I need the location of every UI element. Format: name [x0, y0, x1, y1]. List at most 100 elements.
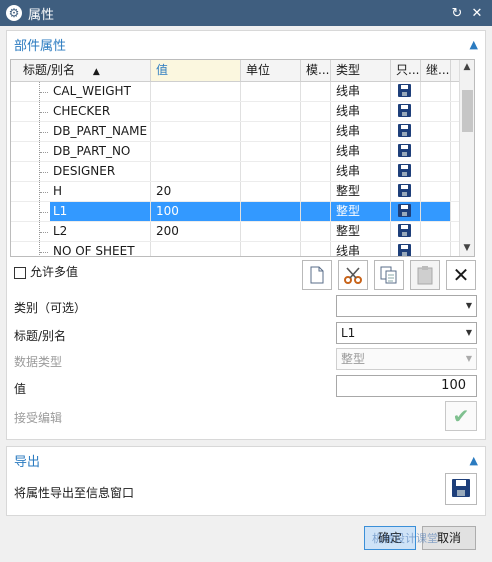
table-row[interactable]: L2 200 整型	[11, 222, 461, 242]
cell-inherit[interactable]	[421, 182, 451, 201]
cell-inherit[interactable]	[421, 162, 451, 181]
cell-inherit[interactable]	[421, 222, 451, 241]
collapse-icon[interactable]: ▲	[470, 38, 478, 51]
cell-template[interactable]	[301, 102, 331, 121]
cell-title[interactable]: NO OF SHEET	[11, 242, 151, 256]
column-header-value[interactable]: 值	[151, 60, 241, 81]
cell-title[interactable]: DB_PART_NAME	[11, 122, 151, 141]
table-row[interactable]: DB_PART_NO 线串	[11, 142, 461, 162]
cell-inherit[interactable]	[421, 122, 451, 141]
table-row[interactable]: H 20 整型	[11, 182, 461, 202]
table-scrollbar[interactable]: ▲ ▼	[459, 60, 474, 256]
cell-title[interactable]: CAL_WEIGHT	[11, 82, 151, 101]
cell-readonly[interactable]	[391, 142, 421, 161]
cell-type[interactable]: 线串	[331, 242, 391, 256]
category-dropdown[interactable]: ▼	[336, 295, 477, 317]
cell-value[interactable]: 20	[151, 182, 241, 201]
column-header-title[interactable]: 标题/别名 ▲	[11, 60, 151, 81]
collapse-icon[interactable]: ▲	[470, 454, 478, 467]
cell-readonly[interactable]	[391, 242, 421, 256]
table-row[interactable]: CHECKER 线串	[11, 102, 461, 122]
cell-title[interactable]: L1	[11, 202, 151, 221]
cell-value[interactable]	[151, 142, 241, 161]
new-attribute-button[interactable]	[302, 260, 332, 290]
title-alias-dropdown[interactable]: L1 ▼	[336, 322, 477, 344]
allow-multiple-checkbox[interactable]: 允许多值	[14, 263, 78, 280]
table-row[interactable]: L1 100 整型	[11, 202, 461, 222]
delete-button[interactable]: ✕	[446, 260, 476, 290]
cell-inherit[interactable]	[421, 242, 451, 256]
cell-unit[interactable]	[241, 202, 301, 221]
cell-type[interactable]: 线串	[331, 122, 391, 141]
cell-title[interactable]: CHECKER	[11, 102, 151, 121]
cell-type[interactable]: 线串	[331, 102, 391, 121]
cell-readonly[interactable]	[391, 82, 421, 101]
cell-type[interactable]: 整型	[331, 222, 391, 241]
cell-inherit[interactable]	[421, 102, 451, 121]
cell-unit[interactable]	[241, 162, 301, 181]
export-header[interactable]: 导出 ▲	[7, 447, 485, 473]
copy-button[interactable]	[374, 260, 404, 290]
column-header-template[interactable]: 模...	[301, 60, 331, 81]
cell-readonly[interactable]	[391, 122, 421, 141]
cell-type[interactable]: 整型	[331, 202, 391, 221]
cell-type[interactable]: 线串	[331, 142, 391, 161]
cell-inherit[interactable]	[421, 202, 451, 221]
column-header-inherit[interactable]: 继...	[421, 60, 451, 81]
part-attributes-header[interactable]: 部件属性 ▲	[7, 31, 485, 57]
cell-unit[interactable]	[241, 102, 301, 121]
cell-readonly[interactable]	[391, 182, 421, 201]
cell-readonly[interactable]	[391, 222, 421, 241]
cell-title[interactable]: L2	[11, 222, 151, 241]
export-to-info-button[interactable]	[445, 473, 477, 505]
cell-value[interactable]	[151, 82, 241, 101]
table-row[interactable]: DESIGNER 线串	[11, 162, 461, 182]
cell-inherit[interactable]	[421, 82, 451, 101]
cell-value[interactable]	[151, 162, 241, 181]
cell-value[interactable]: 100	[151, 202, 241, 221]
cell-unit[interactable]	[241, 222, 301, 241]
cell-type[interactable]: 整型	[331, 182, 391, 201]
cell-unit[interactable]	[241, 242, 301, 256]
column-header-readonly[interactable]: 只...	[391, 60, 421, 81]
cell-template[interactable]	[301, 182, 331, 201]
close-icon[interactable]: ✕	[468, 6, 486, 21]
cell-unit[interactable]	[241, 82, 301, 101]
scrollbar-thumb[interactable]	[462, 90, 473, 132]
cell-template[interactable]	[301, 82, 331, 101]
cell-type[interactable]: 线串	[331, 162, 391, 181]
cell-value[interactable]	[151, 122, 241, 141]
cell-template[interactable]	[301, 202, 331, 221]
paste-button[interactable]	[410, 260, 440, 290]
cell-template[interactable]	[301, 142, 331, 161]
reset-icon[interactable]: ↻	[448, 6, 466, 21]
cell-value[interactable]: 200	[151, 222, 241, 241]
cell-template[interactable]	[301, 242, 331, 256]
cell-title[interactable]: DB_PART_NO	[11, 142, 151, 161]
cell-template[interactable]	[301, 222, 331, 241]
cell-template[interactable]	[301, 122, 331, 141]
scroll-up-icon[interactable]: ▲	[460, 60, 474, 75]
cell-inherit[interactable]	[421, 142, 451, 161]
cell-template[interactable]	[301, 162, 331, 181]
cell-readonly[interactable]	[391, 202, 421, 221]
cut-button[interactable]	[338, 260, 368, 290]
attribute-table[interactable]: 标题/别名 ▲ 值 单位 模... 类型 只... 继... CAL_WEIGH…	[10, 59, 475, 257]
scroll-down-icon[interactable]: ▼	[460, 241, 474, 256]
cell-value[interactable]	[151, 102, 241, 121]
value-input[interactable]: 100	[336, 375, 477, 397]
cell-type[interactable]: 线串	[331, 82, 391, 101]
cell-readonly[interactable]	[391, 162, 421, 181]
column-header-type[interactable]: 类型	[331, 60, 391, 81]
accept-edit-button[interactable]: ✔	[445, 401, 477, 431]
table-row[interactable]: DB_PART_NAME 线串	[11, 122, 461, 142]
cell-title[interactable]: H	[11, 182, 151, 201]
cell-unit[interactable]	[241, 142, 301, 161]
checkbox-box[interactable]	[14, 266, 26, 279]
cell-unit[interactable]	[241, 182, 301, 201]
cell-title[interactable]: DESIGNER	[11, 162, 151, 181]
table-row[interactable]: CAL_WEIGHT 线串	[11, 82, 461, 102]
cell-readonly[interactable]	[391, 102, 421, 121]
cell-value[interactable]	[151, 242, 241, 256]
column-header-unit[interactable]: 单位	[241, 60, 301, 81]
